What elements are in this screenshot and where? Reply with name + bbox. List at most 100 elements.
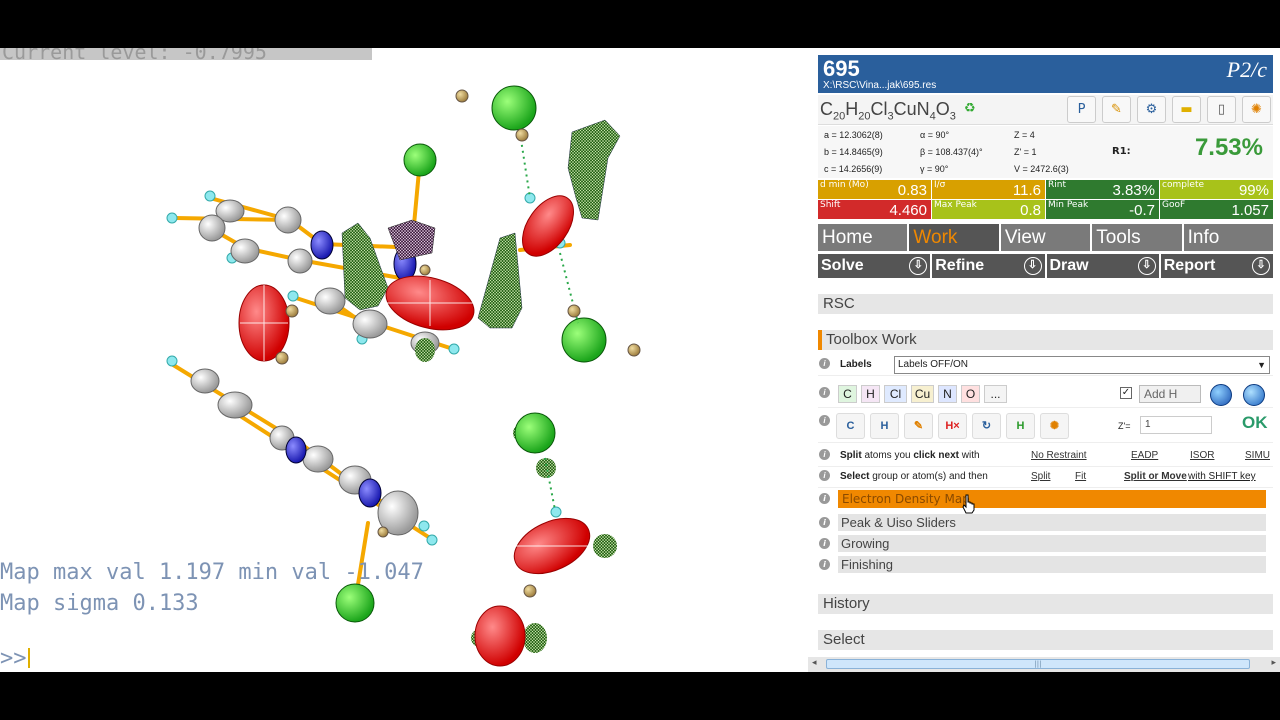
stat-cell[interactable]: Min Peak -0.7 [1046, 200, 1159, 219]
stat-cell[interactable]: d min (Mo) 0.83 [818, 180, 931, 199]
c-to-c-icon[interactable]: C [836, 413, 865, 439]
pencil-icon[interactable]: ✎ [1102, 96, 1131, 123]
simu-link[interactable]: SIMU [1245, 450, 1270, 461]
ok-button[interactable]: OK [1242, 413, 1270, 439]
scroll-thumb[interactable]: ||| [826, 659, 1250, 669]
subtab-report[interactable]: Report ⇩ [1160, 254, 1273, 278]
element-button-h[interactable]: H [861, 385, 880, 403]
element-button-o[interactable]: O [961, 385, 980, 403]
add-h-button[interactable]: Add H [1139, 385, 1201, 403]
stat-label: Rint [1048, 180, 1066, 190]
element-button-more[interactable]: ... [984, 385, 1007, 403]
space-group[interactable]: P2/c [1227, 57, 1267, 83]
atom-settings-icon[interactable]: ✺ [1242, 96, 1271, 123]
cell-zprime: Z' = 1 [1014, 147, 1037, 157]
sphere-solid-icon[interactable] [1243, 384, 1265, 406]
section-history[interactable]: History [818, 594, 1273, 614]
info-icon[interactable]: i [819, 358, 830, 369]
refresh-icon[interactable]: ♻ [964, 101, 976, 116]
stat-cell[interactable]: complete 99% [1160, 180, 1273, 199]
tab-home[interactable]: Home [818, 224, 908, 251]
tab-work[interactable]: Work [909, 224, 999, 251]
refinement-stats: d min (Mo) 0.83 I/σ 11.6 Rint 3.83% complete 99… [818, 180, 1273, 220]
cell-z: Z = 4 [1014, 130, 1035, 140]
stat-label: d min (Mo) [820, 180, 869, 190]
chemical-formula[interactable]: C20H20Cl3CuN4O3 [820, 99, 956, 123]
growing-item[interactable]: Growing [838, 535, 1266, 552]
element-button-c[interactable]: C [838, 385, 857, 403]
file-path[interactable]: X:\RSC\Vina...jak\695.res [823, 80, 936, 91]
zprime-input[interactable]: 1 [1140, 416, 1212, 434]
h-to-h-icon[interactable]: H [870, 413, 899, 439]
cell-b: b = 14.8465(9) [824, 147, 883, 157]
subtab-refine[interactable]: Refine ⇩ [932, 254, 1045, 278]
stat-cell[interactable]: I/σ 11.6 [932, 180, 1045, 199]
section-select[interactable]: Select [818, 630, 1273, 650]
tab-info[interactable]: Info [1183, 224, 1274, 251]
info-icon[interactable]: i [819, 387, 830, 398]
element-button-n[interactable]: N [938, 385, 957, 403]
element-button-cu[interactable]: Cu [911, 385, 934, 403]
info-icon[interactable]: i [819, 470, 830, 481]
download-circle-icon[interactable]: ⇩ [909, 257, 928, 275]
notepad-icon[interactable]: ▯ [1207, 96, 1236, 123]
pton-icon[interactable]: P [1067, 96, 1096, 123]
stat-value: 11.6 [1012, 182, 1041, 199]
stat-cell[interactable]: Max Peak 0.8 [932, 200, 1045, 219]
peak-uiso-sliders-item[interactable]: Peak & Uiso Sliders [838, 514, 1266, 531]
info-icon[interactable]: i [819, 559, 830, 570]
section-toolbox-work[interactable]: Toolbox Work [818, 330, 1273, 350]
stat-cell[interactable]: Shift 4.460 [818, 200, 931, 219]
eadp-link[interactable]: EADP [1131, 450, 1158, 461]
finishing-item[interactable]: Finishing [838, 556, 1266, 573]
labels-select-value: Labels OFF/ON [898, 359, 969, 370]
shift-key-hint: with SHIFT key [1188, 471, 1256, 482]
info-icon[interactable]: i [819, 517, 830, 528]
fit-link[interactable]: Fit [1075, 471, 1086, 482]
cell-gamma: γ = 90° [920, 164, 949, 174]
element-button-cl[interactable]: Cl [884, 385, 907, 403]
hfix-icon[interactable]: H [1006, 413, 1035, 439]
electron-density-map-item[interactable]: Electron Density Map [838, 490, 1266, 508]
rotate-icon[interactable]: ↻ [972, 413, 1001, 439]
command-prompt[interactable]: >> [0, 646, 30, 671]
split-link[interactable]: Split [1031, 471, 1050, 482]
labels-select[interactable]: Labels OFF/ON ▼ [894, 356, 1270, 374]
isor-link[interactable]: ISOR [1190, 450, 1214, 461]
current-level-readout: Current level: -0.7995 [0, 48, 372, 60]
download-circle-icon[interactable]: ⇩ [1252, 257, 1270, 275]
download-circle-icon[interactable]: ⇩ [1137, 257, 1156, 275]
horizontal-scrollbar[interactable]: ◂ ||| ▸ [808, 657, 1280, 672]
formula-count: 20 [858, 110, 871, 123]
stat-cell[interactable]: GooF 1.057 [1160, 200, 1273, 219]
scroll-right-icon[interactable]: ▸ [1271, 658, 1276, 668]
model-icon[interactable]: ⚙ [1137, 96, 1166, 123]
info-icon[interactable]: i [819, 538, 830, 549]
stat-value: 3.83% [1112, 182, 1155, 199]
scroll-left-icon[interactable]: ◂ [812, 658, 817, 668]
bond-sticks [168, 158, 572, 605]
tab-view[interactable]: View [1000, 224, 1091, 251]
tab-tools[interactable]: Tools [1092, 224, 1182, 251]
subtab-solve[interactable]: Solve ⇩ [818, 254, 931, 278]
info-icon[interactable]: i [819, 493, 830, 504]
prompt-symbol: >> [0, 646, 27, 671]
no-restraint-link[interactable]: No Restraint [1031, 450, 1087, 461]
info-icon[interactable]: i [819, 449, 830, 460]
atom-frame-icon[interactable]: ✺ [1040, 413, 1069, 439]
brush-icon[interactable]: ✎ [904, 413, 933, 439]
sphere-view-icon[interactable] [1210, 384, 1232, 406]
molecule-viewer[interactable]: Current level: -0.7995 Map max val 1.197… [0, 48, 808, 672]
download-circle-icon[interactable]: ⇩ [1023, 257, 1042, 275]
split-or-move-link[interactable]: Split or Move [1124, 471, 1187, 482]
delete-h-icon[interactable]: H× [938, 413, 967, 439]
structure-id: 695 [823, 56, 860, 81]
subtab-draw[interactable]: Draw ⇩ [1046, 254, 1159, 278]
elements-row: i C H Cl Cu N O... ✓ Add H [818, 383, 1273, 408]
map-max-line: Map max val 1.197 min val -1.047 [0, 560, 424, 585]
section-rsc[interactable]: RSC [818, 294, 1273, 314]
stat-cell[interactable]: Rint 3.83% [1046, 180, 1159, 199]
info-icon[interactable]: i [819, 415, 830, 426]
add-h-checkbox[interactable]: ✓ [1120, 387, 1132, 399]
folder-icon[interactable]: ▬ [1172, 96, 1201, 123]
